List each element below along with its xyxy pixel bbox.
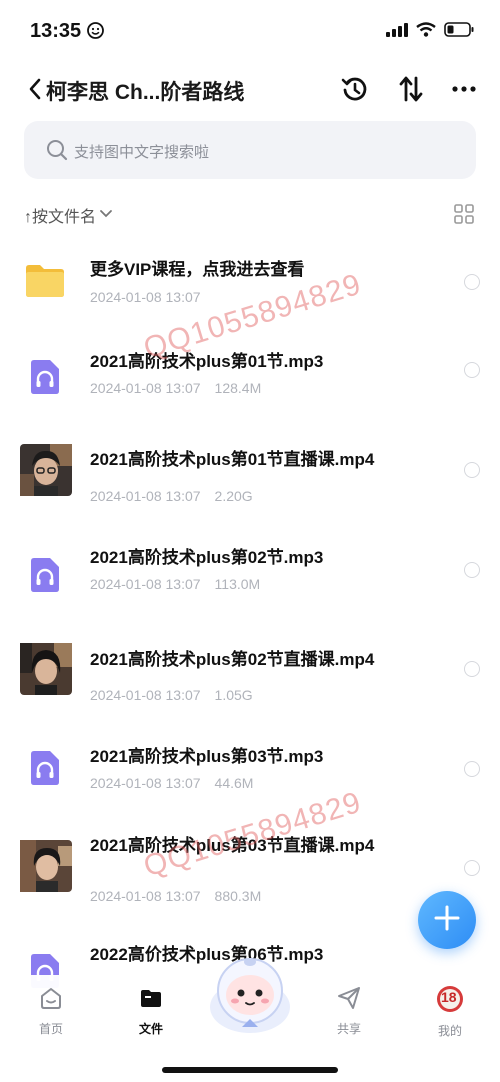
tab-home[interactable]: 首页 <box>21 985 81 1037</box>
file-meta: 2024-01-08 13:07 113.0M <box>90 576 260 592</box>
status-bar: 13:35 <box>0 0 500 62</box>
video-thumbnail <box>20 840 72 892</box>
file-meta: 2024-01-08 13:07 2.20G <box>90 488 253 504</box>
battery-icon <box>444 22 474 42</box>
folder-icon <box>20 256 70 306</box>
home-indicator <box>162 1067 338 1073</box>
file-name: 2021高阶技术plus第02节.mp3 <box>90 548 324 567</box>
file-meta: 2024-01-08 13:07 1.05G <box>90 687 253 703</box>
video-thumbnail <box>20 444 72 496</box>
signal-icon <box>386 22 408 42</box>
home-icon <box>38 988 64 1015</box>
select-radio[interactable] <box>464 362 480 378</box>
tab-label: 我的 <box>437 1024 462 1038</box>
tab-bar: 首页 文件 共享 18 我的 <box>0 958 500 1082</box>
nav-header: 柯李思 Ch...阶者路线 <box>0 62 500 118</box>
tab-label: 文件 <box>138 1022 163 1036</box>
file-date: 2024-01-08 13:07 <box>90 775 201 791</box>
chevron-down-icon <box>99 206 113 224</box>
file-name: 2021高阶技术plus第01节直播课.mp4 <box>90 450 375 469</box>
file-name: 2021高阶技术plus第01节.mp3 <box>90 352 324 371</box>
tab-share[interactable]: 共享 <box>319 985 379 1037</box>
avatar-icon: 18 <box>436 985 464 1013</box>
file-date: 2024-01-08 13:07 <box>90 488 201 504</box>
file-date: 2024-01-08 13:07 <box>90 576 201 592</box>
tab-mine[interactable]: 18 我的 <box>420 985 480 1039</box>
search-input[interactable]: 支持图中文字搜索啦 <box>24 121 476 179</box>
file-date: 2024-01-08 13:07 <box>90 380 201 396</box>
plus-icon <box>434 905 460 936</box>
back-icon[interactable] <box>26 76 46 102</box>
file-date: 2024-01-08 13:07 <box>90 687 201 703</box>
add-button[interactable] <box>418 891 476 949</box>
list-item[interactable]: 2021高阶技术plus第03节.mp3 2024-01-08 13:07 44.… <box>0 740 500 830</box>
sort-label: ↑按文件名 <box>24 209 97 226</box>
status-time: 13:35 <box>30 20 82 42</box>
file-size: 1.05G <box>214 687 253 703</box>
folder-icon <box>138 990 164 1015</box>
select-radio[interactable] <box>464 462 480 478</box>
file-size: 113.0M <box>214 576 261 592</box>
search-placeholder: 支持图中文字搜索啦 <box>74 144 210 161</box>
search-icon <box>46 139 68 166</box>
audio-file-icon <box>20 743 70 793</box>
sort-arrows-icon[interactable] <box>396 74 426 104</box>
audio-file-icon <box>20 550 70 600</box>
file-meta: 2024-01-08 13:07 128.4M <box>90 380 261 396</box>
audio-file-icon <box>20 352 70 402</box>
select-radio[interactable] <box>464 860 480 876</box>
file-meta: 2024-01-08 13:07 880.3M <box>90 888 261 904</box>
tab-label: 首页 <box>38 1022 63 1036</box>
history-icon[interactable] <box>340 74 370 104</box>
list-item[interactable]: 2021高阶技术plus第01节直播课.mp4 2024-01-08 13:07… <box>0 440 500 530</box>
file-date: 2024-01-08 13:07 <box>90 289 201 305</box>
smiley-icon <box>87 22 104 44</box>
sort-bar: ↑按文件名 <box>0 196 500 232</box>
file-size: 44.6M <box>214 775 254 791</box>
select-radio[interactable] <box>464 562 480 578</box>
sort-by-name-button[interactable]: ↑按文件名 <box>24 203 113 227</box>
file-meta: 2024-01-08 13:07 44.6M <box>90 775 253 791</box>
share-icon <box>336 987 362 1015</box>
list-item[interactable]: 2021高阶技术plus第02节直播课.mp4 2024-01-08 13:07… <box>0 640 500 730</box>
select-radio[interactable] <box>464 661 480 677</box>
tab-label: 共享 <box>336 1022 361 1036</box>
status-icons <box>386 22 474 42</box>
file-meta: 2024-01-08 13:07 <box>90 289 201 305</box>
file-date: 2024-01-08 13:07 <box>90 888 201 904</box>
wifi-icon <box>416 22 436 42</box>
avatar-badge: 18 <box>441 989 457 1005</box>
tab-files[interactable]: 文件 <box>121 985 181 1037</box>
select-radio[interactable] <box>464 274 480 290</box>
file-name: 2021高阶技术plus第02节直播课.mp4 <box>90 650 375 669</box>
file-size: 128.4M <box>214 380 262 396</box>
mascot-icon[interactable] <box>204 947 296 1039</box>
select-radio[interactable] <box>464 761 480 777</box>
file-name: 2021高阶技术plus第03节.mp3 <box>90 747 324 766</box>
page-title: 柯李思 Ch...阶者路线 <box>46 81 245 104</box>
list-item[interactable]: 2021高阶技术plus第01节.mp3 2024-01-08 13:07 128… <box>0 340 500 430</box>
more-icon[interactable] <box>450 74 480 104</box>
video-thumbnail <box>20 643 72 695</box>
file-size: 880.3M <box>214 888 262 904</box>
list-item[interactable]: 2021高阶技术plus第02节.mp3 2024-01-08 13:07 113… <box>0 540 500 630</box>
file-size: 2.20G <box>214 488 253 504</box>
grid-view-icon[interactable] <box>454 204 474 229</box>
